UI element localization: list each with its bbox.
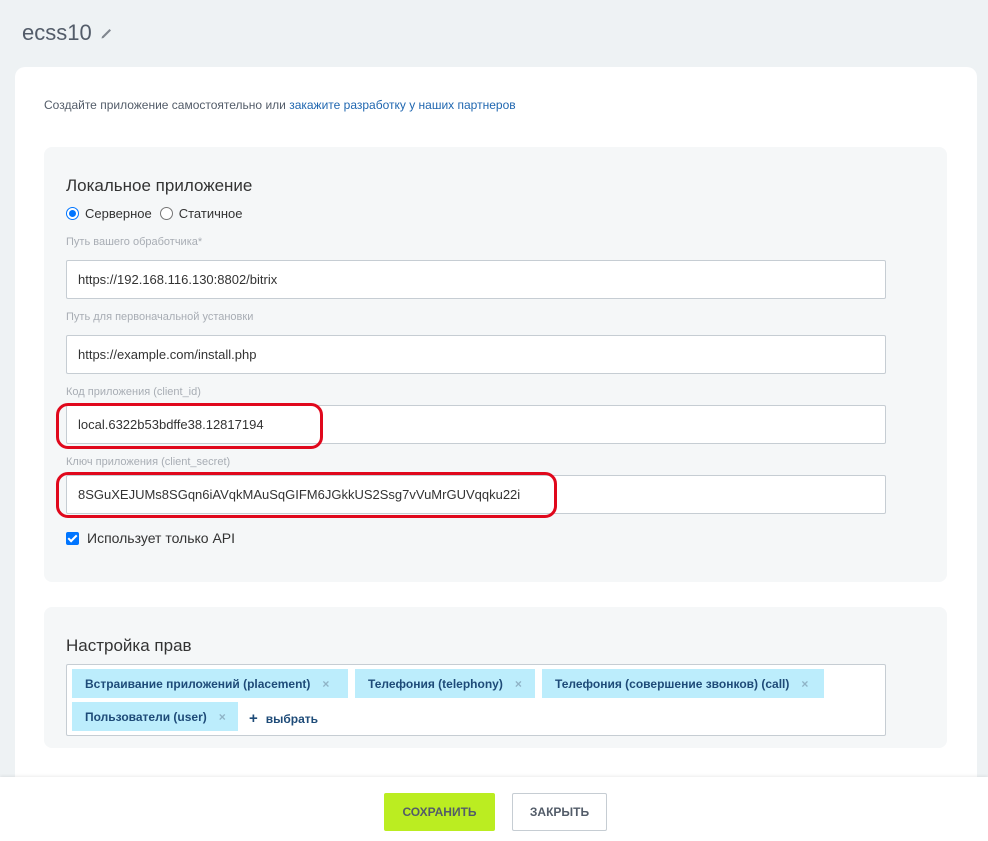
remove-tag-icon[interactable]: × — [801, 677, 808, 691]
add-right-link[interactable]: + выбрать — [249, 710, 318, 727]
api-only-checkbox[interactable] — [66, 531, 79, 545]
radio-server-label[interactable]: Серверное — [85, 206, 152, 221]
client-id-input[interactable]: local.6322b53bdffe38.12817194 — [66, 405, 886, 444]
app-type-radio-group: Серверное Статичное — [66, 206, 251, 221]
radio-server[interactable] — [66, 207, 79, 220]
intro-prefix: Создайте приложение самостоятельно или — [44, 98, 290, 112]
local-app-section: Локальное приложение Серверное Статичное… — [44, 147, 947, 582]
tag-label: Пользователи (user) — [85, 709, 207, 724]
radio-static-label[interactable]: Статичное — [179, 206, 243, 221]
plus-icon: + — [249, 710, 258, 727]
client-secret-input[interactable]: 8SGuXEJUMs8SGqn6iAVqkMAuSqGIFM6JGkkUS2Ss… — [66, 475, 886, 514]
api-only-row: Использует только API — [66, 530, 235, 546]
rights-section: Настройка прав Встраивание приложений (p… — [44, 607, 947, 748]
install-path-input[interactable]: https://example.com/install.php — [66, 335, 886, 374]
handler-path-label: Путь вашего обработчика* — [66, 236, 203, 248]
page-header: ecss10 — [22, 18, 114, 48]
footer-bar: СОХРАНИТЬ ЗАКРЫТЬ — [0, 777, 988, 841]
tag-call: Телефония (совершение звонков) (call) × — [542, 669, 824, 698]
remove-tag-icon[interactable]: × — [219, 710, 226, 724]
tag-placement: Встраивание приложений (placement) × — [72, 669, 348, 698]
handler-path-input[interactable]: https://192.168.116.130:8802/bitrix — [66, 260, 886, 299]
tag-telephony: Телефония (telephony) × — [355, 669, 535, 698]
radio-static[interactable] — [159, 207, 173, 220]
pencil-icon[interactable] — [100, 26, 114, 40]
page-title: ecss10 — [22, 20, 92, 45]
tag-user: Пользователи (user) × — [72, 702, 238, 731]
remove-tag-icon[interactable]: × — [515, 677, 522, 691]
tag-label: Телефония (telephony) — [368, 676, 503, 691]
app-settings-card: Создайте приложение самостоятельно или з… — [15, 67, 977, 787]
partners-link[interactable]: закажите разработку у наших партнеров — [289, 98, 515, 112]
close-button[interactable]: ЗАКРЫТЬ — [512, 793, 607, 831]
tag-label: Встраивание приложений (placement) — [85, 676, 311, 691]
client-id-label: Код приложения (client_id) — [66, 386, 201, 398]
intro-text: Создайте приложение самостоятельно или з… — [44, 98, 516, 112]
client-secret-label: Ключ приложения (client_secret) — [66, 456, 231, 468]
install-path-label: Путь для первоначальной установки — [66, 311, 254, 323]
api-only-label[interactable]: Использует только API — [87, 530, 235, 546]
rights-title: Настройка прав — [66, 636, 192, 655]
tag-label: Телефония (совершение звонков) (call) — [555, 676, 790, 691]
add-right-label[interactable]: выбрать — [266, 712, 318, 726]
remove-tag-icon[interactable]: × — [322, 677, 329, 691]
rights-tags-box[interactable]: Встраивание приложений (placement) × Тел… — [66, 664, 886, 736]
local-app-title: Локальное приложение — [66, 176, 253, 195]
save-button[interactable]: СОХРАНИТЬ — [384, 793, 495, 831]
